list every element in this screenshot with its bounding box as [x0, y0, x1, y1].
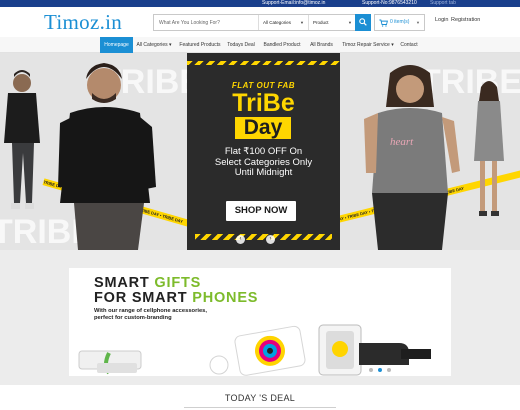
hazard-stripes-top	[187, 61, 340, 65]
product-select[interactable]: Product ▼	[308, 15, 356, 30]
phone-accessories-image	[78, 324, 431, 376]
top-bar: Support-Email:info@timoz.in Support-No:9…	[0, 0, 520, 7]
site-logo[interactable]: Timoz.in	[44, 10, 122, 35]
offer-line-1: Flat ₹100 OFF On	[224, 146, 303, 157]
nav-contact[interactable]: Contact	[398, 37, 420, 53]
cart-icon	[379, 19, 388, 27]
login-link[interactable]: Login	[435, 17, 448, 23]
smart-gifts-banner[interactable]: SMART GIFTS FOR SMART PHONES With our ra…	[69, 268, 451, 376]
shop-now-button[interactable]: SHOP NOW	[226, 201, 296, 221]
chevron-down-icon: ▼	[300, 20, 304, 25]
nav-homepage[interactable]: Homepage	[100, 37, 133, 53]
model-image-right: heart	[364, 65, 504, 250]
topbar-right-link[interactable]: Support tab	[430, 0, 456, 7]
category-select[interactable]: All Categories ▼	[258, 15, 308, 30]
hazard-stripes-bottom	[195, 234, 332, 240]
banner-dot-2[interactable]	[378, 368, 382, 372]
nav-repair-service[interactable]: Timoz Repair Service ▾	[341, 37, 395, 53]
banner-sub-line-1: With our range of cellphone accessories,	[94, 308, 208, 314]
banner-smart: SMART	[94, 275, 150, 291]
header: Timoz.in All Categories ▼ Product ▼ 0 it…	[0, 7, 520, 37]
nav-featured-products[interactable]: Featured Products	[178, 37, 222, 53]
chevron-down-icon: ▼	[416, 20, 420, 25]
todays-deal-section: TODAY 'S DEAL	[0, 385, 520, 410]
hero-slider[interactable]: TRIBE TRIBE TRIBE DAY • TRIBE DAY • TRIB…	[0, 53, 520, 250]
banner-headline-1: SMART GIFTS	[94, 275, 201, 291]
search-icon	[359, 18, 367, 26]
category-select-value: All Categories	[263, 20, 292, 25]
hero-left-panel: TRIBE TRIBE TRIBE DAY • TRIBE DAY • TRIB…	[0, 53, 187, 250]
search-bar: All Categories ▼ Product ▼	[153, 14, 371, 31]
main-nav: Homepage All Categories ▾ Featured Produ…	[0, 37, 520, 53]
tshirt-print: heart	[390, 136, 414, 148]
slider-prev-icon[interactable]: ‹	[236, 235, 245, 244]
model-image-left	[4, 63, 156, 250]
search-input[interactable]	[154, 15, 256, 30]
banner-dot-3[interactable]	[387, 368, 391, 372]
promo-offer: Flat ₹100 OFF On Select Categories Only …	[187, 146, 340, 179]
chevron-down-icon: ▼	[348, 20, 352, 25]
nav-todays-deal[interactable]: Todays Deal	[226, 37, 256, 53]
cart-button[interactable]: 0 item(s) ▼	[374, 14, 425, 31]
banner-for-smart: FOR SMART	[94, 290, 188, 306]
offer-line-3: Until Midnight	[234, 167, 293, 178]
todays-deal-title: TODAY 'S DEAL	[224, 393, 296, 403]
promo-title: TriBe	[232, 89, 295, 117]
banner-sub-line-2: perfect for custom-branding	[94, 315, 172, 321]
banner-phones: PHONES	[192, 290, 259, 306]
product-select-value: Product	[313, 20, 329, 25]
hero-right-panel: TRIBE TRIBE DAY • TRIBE DAY • TRIBE DAY …	[340, 53, 520, 250]
promo-panel: FLAT OUT FAB TriBe Day Flat ₹100 OFF On …	[187, 53, 340, 250]
banner-headline-2: FOR SMART PHONES	[94, 290, 258, 306]
cart-count: 0 item(s)	[390, 19, 410, 25]
slider-next-icon[interactable]: ›	[266, 235, 275, 244]
nav-all-categories[interactable]: All Categories ▾	[135, 37, 173, 53]
banner-subtext: With our range of cellphone accessories,…	[94, 308, 207, 322]
promo-day-badge: Day	[235, 117, 291, 139]
support-email[interactable]: Support-Email:info@timoz.in	[262, 0, 325, 7]
support-phone[interactable]: Support-No:9876543210	[362, 0, 417, 7]
banner-gifts: GIFTS	[154, 275, 202, 291]
registration-link[interactable]: Registration	[451, 17, 480, 23]
banner-dot-1[interactable]	[369, 368, 373, 372]
deal-divider	[184, 407, 336, 408]
search-button[interactable]	[355, 14, 371, 31]
nav-bandled-product[interactable]: Bandled Product	[262, 37, 302, 53]
nav-all-brands[interactable]: All Brands	[308, 37, 335, 53]
